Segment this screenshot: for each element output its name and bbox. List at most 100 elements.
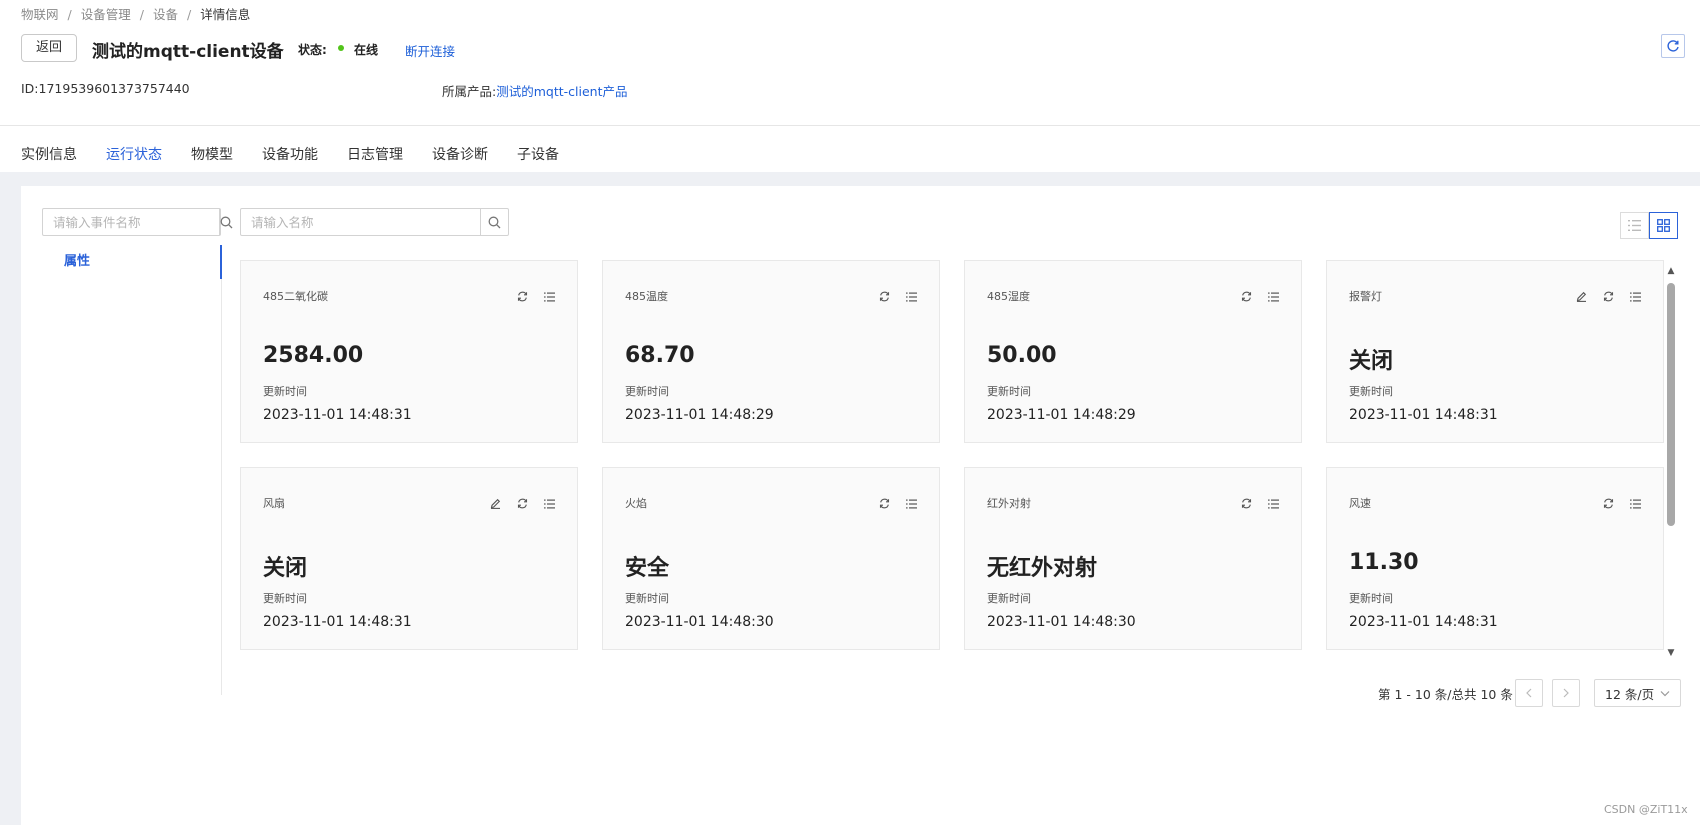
property-actions [1574,289,1643,304]
refresh-icon [1603,498,1614,509]
history-list-button[interactable] [542,289,557,304]
search-icon [220,216,233,228]
name-search [240,208,509,236]
property-name: 风速 [1349,497,1371,510]
refresh-button[interactable] [1239,496,1254,511]
device-title: 测试的mqtt-client设备 [92,42,284,62]
refresh-icon [1667,40,1679,52]
tab-log-management[interactable]: 日志管理 [347,144,403,174]
edit-button[interactable] [1574,289,1589,304]
history-list-button[interactable] [1266,496,1281,511]
update-time-label: 更新时间 [263,592,307,605]
tab-device-functions[interactable]: 设备功能 [262,144,318,174]
update-time-label: 更新时间 [987,385,1031,398]
chevron-right-icon [1563,688,1569,698]
breadcrumb-item-iot[interactable]: 物联网 [21,7,59,22]
disconnect-link[interactable]: 断开连接 [405,41,455,60]
tab-running-status[interactable]: 运行状态 [106,144,162,174]
refresh-button[interactable] [1601,289,1616,304]
history-list-button[interactable] [904,289,919,304]
status-online-dot [338,45,344,51]
content-gutter [0,186,21,825]
property-value: 关闭 [1349,349,1394,374]
prev-page-button[interactable] [1515,679,1543,707]
breadcrumb-separator: / [139,7,144,22]
property-actions [515,289,557,304]
update-time-label: 更新时间 [625,592,669,605]
grid-view-button[interactable] [1649,212,1678,239]
property-actions [488,496,557,511]
property-card: 风扇 关闭 更新时间 2023-11-01 14:48:31 [240,467,578,650]
property-value: 安全 [625,556,670,581]
tab-instance-info[interactable]: 实例信息 [21,144,77,174]
watermark: CSDN @ZiT11x [1604,803,1688,816]
edit-button[interactable] [488,496,503,511]
header-divider [0,125,1700,126]
property-card: 报警灯 关闭 更新时间 2023-11-01 14:48:31 [1326,260,1664,443]
list-icon [1268,292,1279,301]
scroll-down-arrow[interactable]: ▼ [1666,648,1676,658]
property-name: 485二氧化碳 [263,290,328,303]
list-icon [1268,499,1279,508]
back-button[interactable]: 返回 [21,34,77,62]
refresh-icon [517,291,528,302]
next-page-button[interactable] [1552,679,1580,707]
refresh-button[interactable] [877,289,892,304]
history-list-button[interactable] [1266,289,1281,304]
refresh-icon [1603,291,1614,302]
property-actions [1601,496,1643,511]
chevron-down-icon [1660,690,1670,696]
scroll-up-arrow[interactable]: ▲ [1666,266,1676,276]
list-icon [544,292,555,301]
chevron-left-icon [1526,688,1532,698]
refresh-button[interactable] [1601,496,1616,511]
event-search-button[interactable] [219,209,233,235]
tab-sub-devices[interactable]: 子设备 [517,144,559,174]
refresh-button[interactable] [515,496,530,511]
product-info: 所属产品:测试的mqtt-client产品 [442,81,627,100]
product-link[interactable]: 测试的mqtt-client产品 [496,84,627,99]
history-list-button[interactable] [1628,496,1643,511]
update-time: 2023-11-01 14:48:29 [625,407,774,423]
history-list-button[interactable] [904,496,919,511]
update-time: 2023-11-01 14:48:31 [263,407,412,423]
left-nav-active-indicator [220,245,222,279]
refresh-button[interactable] [1239,289,1254,304]
view-toggle [1620,212,1678,239]
pagination-info: 第 1 - 10 条/总共 10 条 [1378,687,1513,702]
breadcrumb-item-device-management[interactable]: 设备管理 [81,7,131,22]
tab-device-diagnosis[interactable]: 设备诊断 [432,144,488,174]
breadcrumb-item-device[interactable]: 设备 [153,7,178,22]
list-view-button[interactable] [1620,212,1649,239]
page-size-select[interactable]: 12 条/页 [1594,679,1681,707]
property-value: 2584.00 [263,343,364,368]
refresh-icon [517,498,528,509]
tab-thing-model[interactable]: 物模型 [191,144,233,174]
id-label: ID: [21,81,39,96]
history-list-button[interactable] [1628,289,1643,304]
name-search-input[interactable] [241,209,480,235]
property-name: 485湿度 [987,290,1030,303]
property-name: 红外对射 [987,497,1031,510]
update-time-label: 更新时间 [1349,592,1393,605]
property-value: 关闭 [263,556,308,581]
page-size-value: 12 条/页 [1605,686,1655,702]
name-search-button[interactable] [480,209,508,235]
event-search-input[interactable] [43,209,219,235]
scrollbar-thumb[interactable] [1667,283,1675,526]
refresh-button[interactable] [515,289,530,304]
history-list-button[interactable] [542,496,557,511]
update-time: 2023-11-01 14:48:31 [1349,407,1498,423]
list-icon [1630,499,1641,508]
breadcrumb-separator: / [67,7,72,22]
list-icon [906,499,917,508]
update-time: 2023-11-01 14:48:29 [987,407,1136,423]
property-actions [877,496,919,511]
property-value: 50.00 [987,343,1057,368]
refresh-button[interactable] [877,496,892,511]
breadcrumb-item-detail: 详情信息 [200,7,251,22]
property-card: 红外对射 无红外对射 更新时间 2023-11-01 14:48:30 [964,467,1302,650]
left-nav-item-properties[interactable]: 属性 [42,245,222,279]
refresh-button[interactable] [1661,34,1685,58]
property-value: 11.30 [1349,550,1419,575]
